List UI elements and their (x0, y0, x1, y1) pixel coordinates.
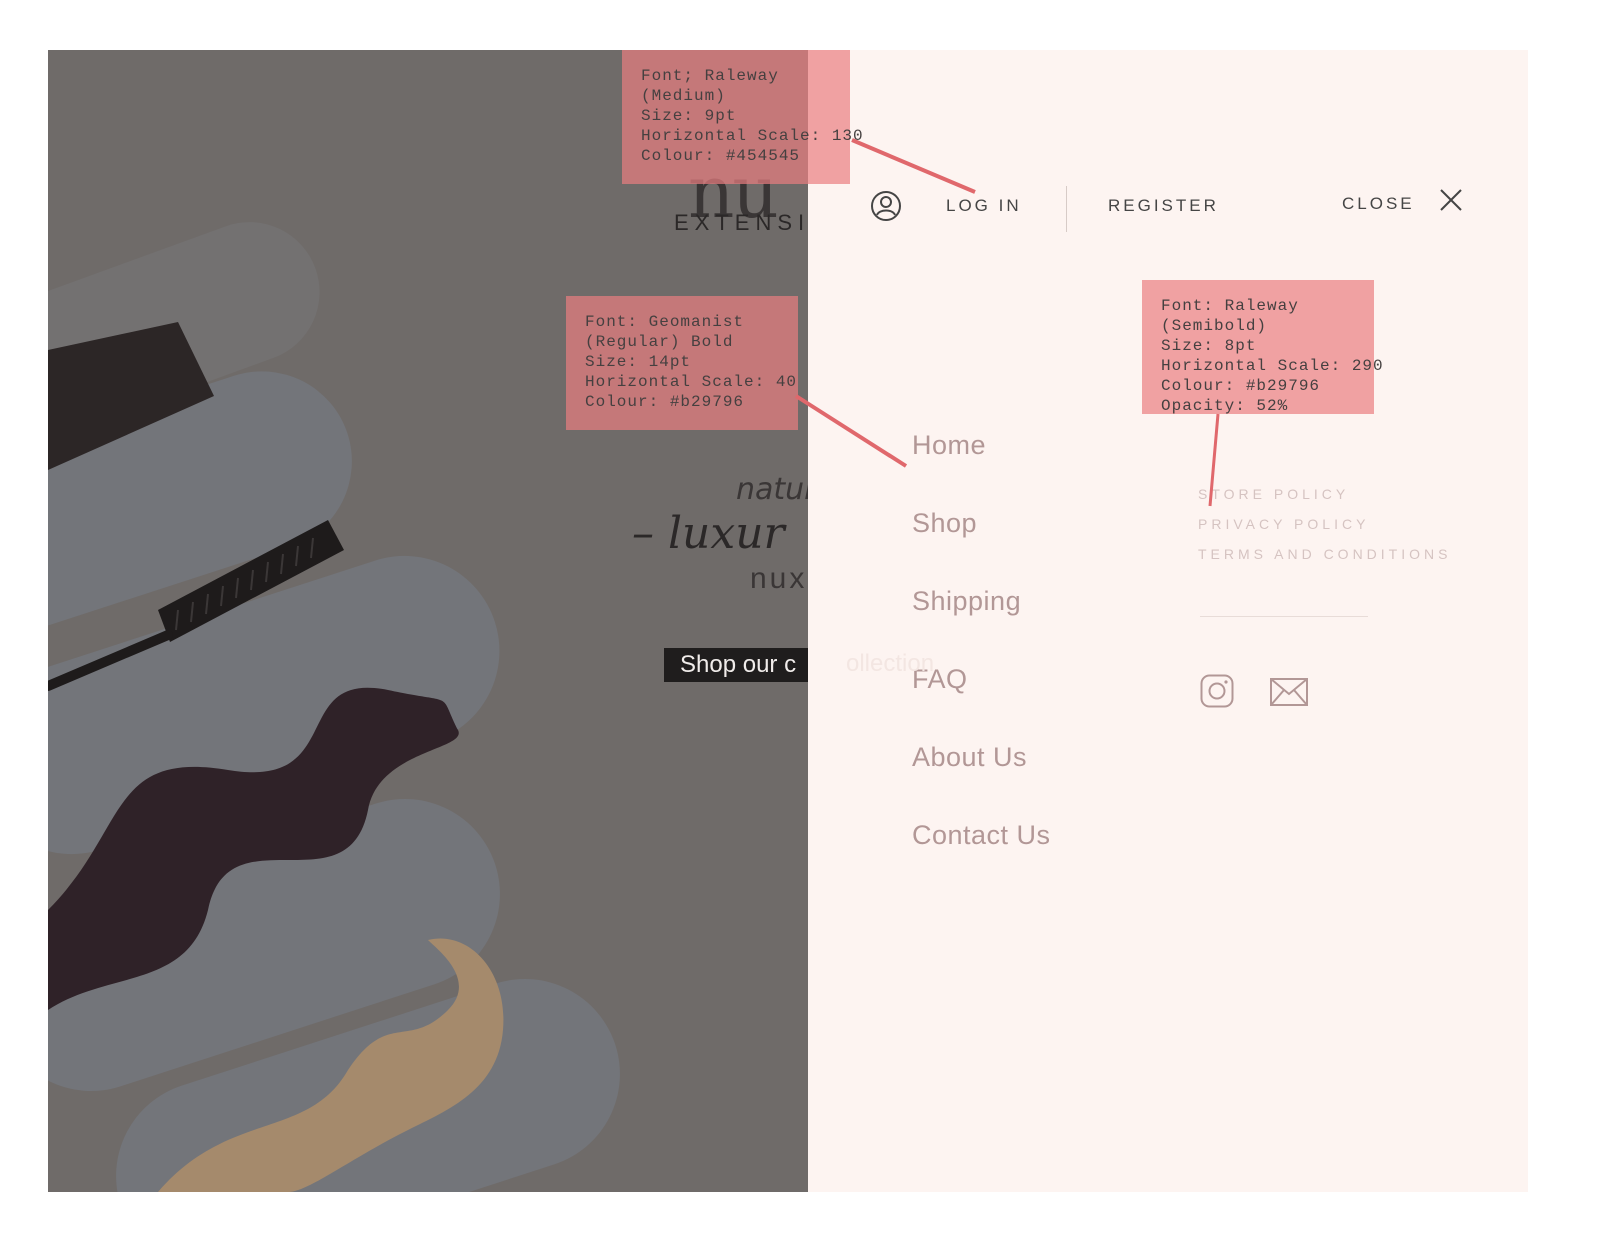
nav-item-contact-us[interactable]: Contact Us (912, 820, 1051, 898)
menu-topbar: LOG IN REGISTER CLOSE (808, 50, 1528, 250)
store-policy-link[interactable]: STORE POLICY (1198, 486, 1451, 516)
nav-item-home[interactable]: Home (912, 430, 1051, 508)
policy-links: STORE POLICY PRIVACY POLICY TERMS AND CO… (1198, 486, 1451, 576)
terms-link[interactable]: TERMS AND CONDITIONS (1198, 546, 1451, 576)
links-divider (1200, 616, 1368, 617)
annotation-topbar-font: Font; Raleway (Medium) Size: 9pt Horizon… (622, 50, 863, 184)
topbar-divider (1066, 186, 1067, 232)
hero-background: nu EXTENSIC natur – luxur nuxe Shop our … (48, 50, 808, 1192)
user-icon[interactable] (870, 190, 902, 222)
annotation-links-font: Font: Raleway (Semibold) Size: 8pt Horiz… (1142, 280, 1383, 415)
shop-collection-label: Shop our c (680, 651, 797, 678)
slide-menu-panel: LOG IN REGISTER CLOSE Home Shop Shipping… (808, 50, 1528, 1192)
mail-icon[interactable] (1270, 678, 1308, 706)
shop-collection-label-faded: ollection (846, 650, 935, 677)
hero-tagline-line1: natur (736, 472, 808, 507)
login-link[interactable]: LOG IN (946, 196, 1022, 216)
register-link[interactable]: REGISTER (1108, 196, 1219, 216)
instagram-icon[interactable] (1200, 674, 1234, 708)
nav-item-shop[interactable]: Shop (912, 508, 1051, 586)
shop-collection-button[interactable]: Shop our c (664, 648, 808, 682)
annotation-nav-font: Font: Geomanist (Regular) Bold Size: 14p… (566, 296, 798, 430)
privacy-policy-link[interactable]: PRIVACY POLICY (1198, 516, 1451, 546)
nav-item-about-us[interactable]: About Us (912, 742, 1051, 820)
close-link[interactable]: CLOSE (1342, 194, 1415, 214)
close-icon[interactable] (1438, 187, 1464, 213)
comb-image (48, 520, 344, 691)
logo-subtitle: EXTENSIC (674, 210, 808, 235)
hero-tagline-line3: nuxe (750, 562, 808, 595)
hero-tagline-line2: – luxur (632, 508, 785, 559)
